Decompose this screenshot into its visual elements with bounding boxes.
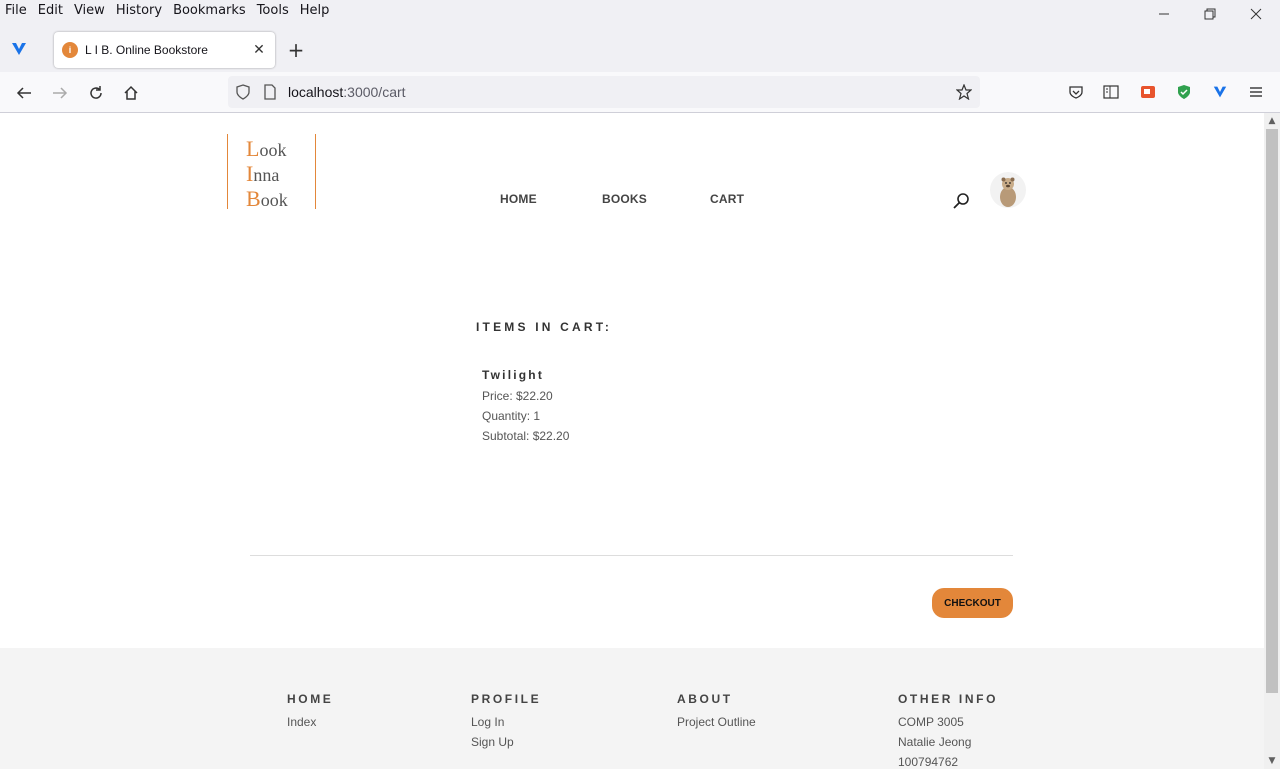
back-arrow-icon: [16, 87, 31, 99]
green-shield-icon: [1178, 85, 1190, 99]
cart-item-title[interactable]: Twilight: [482, 368, 544, 382]
footer-course: COMP 3005: [898, 715, 964, 729]
scroll-up-icon[interactable]: ▲: [1264, 113, 1280, 129]
pocket-button[interactable]: [1067, 83, 1085, 101]
footer-link-login[interactable]: Log In: [471, 712, 541, 732]
footer-author: Natalie Jeong: [898, 735, 972, 749]
cart-item-quantity: Quantity: 1: [482, 409, 541, 423]
site-footer: HOME Index PROFILE Log In Sign Up ABOUT …: [0, 648, 1264, 769]
nav-cart-link[interactable]: CART: [710, 192, 744, 206]
menu-help[interactable]: Help: [295, 0, 336, 22]
reload-icon: [90, 86, 102, 99]
scrollbar-thumb[interactable]: [1266, 129, 1278, 693]
minimize-button[interactable]: [1141, 0, 1187, 28]
logo-word-ook-2: ook: [260, 190, 288, 210]
footer-link-signup[interactable]: Sign Up: [471, 732, 541, 752]
active-tab[interactable]: i L I B. Online Bookstore ✕: [54, 32, 275, 68]
logo-word-nna: nna: [253, 165, 280, 185]
forward-arrow-icon: [53, 87, 68, 99]
menu-edit[interactable]: Edit: [33, 0, 69, 22]
footer-heading-home: HOME: [287, 692, 334, 706]
reload-button[interactable]: [84, 81, 108, 105]
footer-col-about: ABOUT Project Outline: [677, 692, 756, 732]
v-extension-button[interactable]: [1211, 83, 1229, 101]
shield-icon[interactable]: [235, 84, 251, 100]
menu-view[interactable]: View: [69, 0, 111, 22]
reader-sidebar-button[interactable]: [1102, 83, 1120, 101]
shield-extension-button[interactable]: [1175, 83, 1193, 101]
cart-heading: ITEMS IN CART:: [476, 320, 613, 334]
extension-v-icon[interactable]: [10, 40, 28, 58]
footer-col-profile: PROFILE Log In Sign Up: [471, 692, 541, 752]
footer-heading-about: ABOUT: [677, 692, 733, 706]
bear-avatar-icon: [1000, 177, 1016, 207]
tab-close-icon[interactable]: ✕: [247, 42, 271, 58]
back-button[interactable]: [12, 81, 36, 105]
page-info-icon[interactable]: [263, 84, 277, 100]
footer-col-home: HOME Index: [287, 692, 333, 732]
url-host: localhost: [288, 84, 344, 100]
logo-letter-l: L: [246, 136, 260, 161]
logo-word-ook-1: ook: [259, 140, 287, 160]
extension-v-icon: [1213, 86, 1227, 98]
nav-books-link[interactable]: BOOKS: [602, 192, 647, 206]
user-avatar[interactable]: [990, 172, 1026, 208]
home-button[interactable]: [119, 81, 143, 105]
navigation-toolbar: localhost:3000/cart: [0, 72, 1280, 113]
tab-title: L I B. Online Bookstore: [85, 43, 208, 57]
forward-button[interactable]: [48, 81, 72, 105]
screenshot-extension-icon: [1141, 86, 1155, 98]
site-logo[interactable]: Look Inna Book: [227, 134, 316, 211]
hamburger-menu-icon: [1250, 87, 1262, 97]
screenshot-extension-button[interactable]: [1139, 83, 1157, 101]
new-tab-icon[interactable]: +: [284, 40, 308, 60]
footer-col-other-info: OTHER INFO COMP 3005 Natalie Jeong 10079…: [898, 692, 998, 769]
checkout-button[interactable]: CHECKOUT: [932, 588, 1013, 618]
restore-icon: [1204, 8, 1216, 20]
close-icon: [1250, 8, 1262, 20]
footer-link-index[interactable]: Index: [287, 712, 333, 732]
footer-student-id: 100794762: [898, 755, 959, 769]
menu-history[interactable]: History: [111, 0, 168, 22]
menu-file[interactable]: File: [0, 0, 33, 22]
scroll-down-icon[interactable]: ▼: [1264, 753, 1280, 769]
footer-link-project-outline[interactable]: Project Outline: [677, 712, 756, 732]
app-menu-button[interactable]: [1247, 83, 1265, 101]
favicon-icon: i: [62, 42, 78, 58]
logo-letter-b: B: [246, 186, 261, 211]
divider: [250, 555, 1013, 556]
home-icon: [124, 85, 138, 100]
url-path: :3000/cart: [343, 84, 406, 100]
tab-strip: i L I B. Online Bookstore ✕ +: [0, 28, 1280, 72]
footer-heading-other-info: OTHER INFO: [898, 692, 998, 706]
url-bar[interactable]: localhost:3000/cart: [228, 76, 980, 108]
page-scrollbar[interactable]: ▲ ▼: [1264, 113, 1280, 769]
bookmark-star-icon[interactable]: [956, 84, 972, 100]
menu-tools[interactable]: Tools: [252, 0, 295, 22]
minimize-icon: [1159, 13, 1169, 15]
cart-item-price: Price: $22.20: [482, 389, 553, 403]
page-content: Look Inna Book HOME BOOKS CART ITEMS IN …: [0, 113, 1264, 769]
restore-button[interactable]: [1187, 0, 1233, 28]
pocket-icon: [1069, 86, 1083, 99]
sidebar-icon: [1103, 85, 1119, 99]
close-window-button[interactable]: [1233, 0, 1279, 28]
cart-item-subtotal: Subtotal: $22.20: [482, 429, 570, 443]
nav-home-link[interactable]: HOME: [500, 192, 537, 206]
search-icon[interactable]: [952, 192, 970, 210]
menu-bar: File Edit View History Bookmarks Tools H…: [0, 0, 1280, 22]
menu-bookmarks[interactable]: Bookmarks: [168, 0, 252, 22]
footer-heading-profile: PROFILE: [471, 692, 542, 706]
